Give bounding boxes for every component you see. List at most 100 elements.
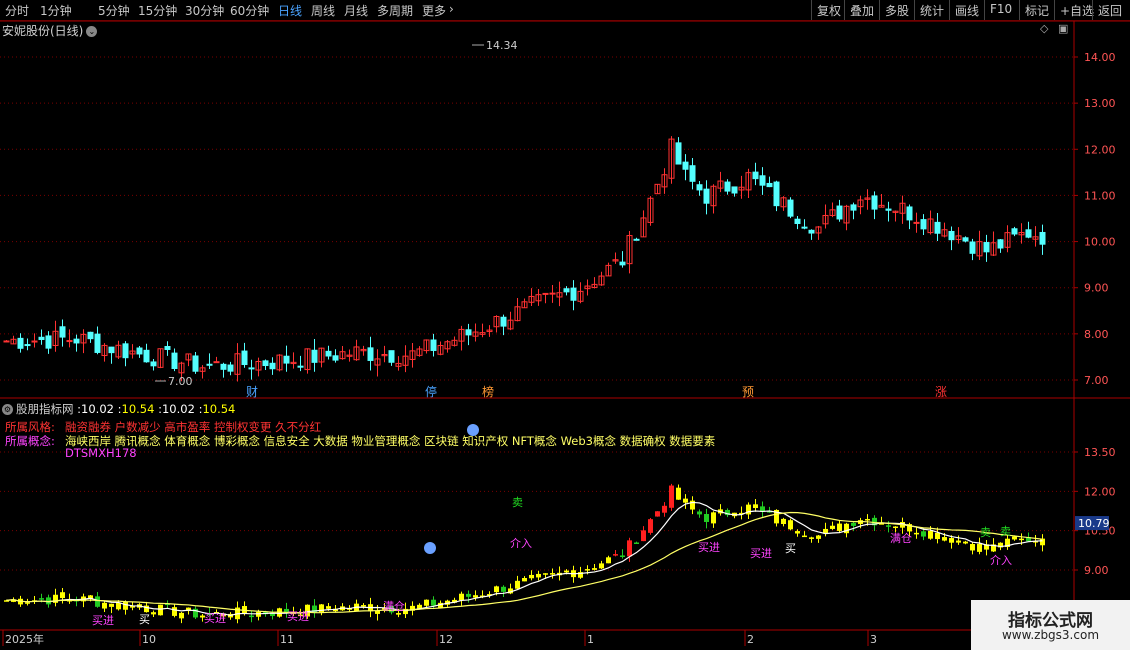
indicator-candle-body [102,602,107,609]
low-price-label: 7.00 [168,375,193,388]
event-marker-3[interactable]: 预 [742,385,754,399]
candle-body [283,355,290,364]
indicator-candle-body [249,615,254,618]
indicator-candle-body [851,522,856,526]
price-tick-label: 13.00 [1084,97,1116,110]
indicator-candle-body [431,599,436,606]
signal-label: 卖 [512,496,523,509]
indicator-code: DTSMXH178 [65,446,137,460]
indicator-candle-body [1019,538,1024,541]
indicator-candle-body [1012,536,1017,540]
candle-body [388,350,395,363]
indicator-candle-body [809,537,814,539]
signal-label: 买 [785,542,796,555]
indicator-candle-body [669,485,674,508]
current-price-label: 10.79 [1078,517,1110,530]
candle-body [297,365,304,368]
candle-body [1025,229,1032,238]
candle-body [570,287,577,301]
candle-body [73,338,80,344]
signal-label: 买进 [287,610,309,623]
candle-body [563,288,570,293]
event-marker-1[interactable]: 停 [425,384,437,399]
candle-body [969,241,976,254]
candle-body [752,171,759,180]
indicator-candle-body [326,606,331,609]
indicator-candle-body [424,599,429,606]
indicator-candle-body [662,505,667,513]
concept-value: 海峡西岸 腾讯概念 体育概念 博彩概念 信息安全 大数据 物业管理概念 区块链 … [65,434,716,448]
kline-chart[interactable]: 14.00 13.00 12.00 11.00 10.00 9.00 8.00 7.00 13.… [0,0,1130,650]
signal-label: 满仓 [890,531,912,545]
candle-body [24,344,31,347]
indicator-candle-body [921,531,926,537]
gear-icon[interactable]: ⚙ [2,404,13,415]
ma-long-line [6,511,1043,614]
indicator-candle-body [25,602,30,604]
indicator-candle-body [977,543,982,552]
indicator-candle-body [844,523,849,534]
candle-body [794,218,801,224]
high-price-label: 14.34 [486,39,518,52]
time-axis-label: 11 [280,633,294,646]
indicator-candle-body [634,542,639,544]
candle-body [1011,228,1018,235]
indicator-candle-body [116,602,121,610]
candle-body [248,367,255,370]
candle-body [220,363,227,370]
indicator-candle-body [613,554,618,556]
indicator-candle-body [543,573,548,575]
concept-label: 所属概念: [5,434,55,448]
indicator-candle-body [473,595,478,598]
candle-body [171,352,178,369]
event-marker-4[interactable]: 涨 [935,384,947,399]
indicator-value: 10.02 [81,402,114,416]
candle-body [500,316,507,327]
indicator-name: 股朋指标网 [16,402,74,416]
watermark-url: www.zbgs3.com [1001,628,1100,642]
candle-body [164,346,171,350]
indicator-candle-body [466,593,471,597]
signal-label: 卖 [1000,525,1011,538]
candle-body [948,230,955,241]
indicator-candle-body [641,530,646,542]
candle-body [808,229,815,234]
indicator-value: 10.02 [161,402,195,416]
candle-body [430,339,437,351]
candle-body [731,186,738,194]
candle-body [885,208,892,211]
indicator-value: 10.54 [121,402,155,416]
indicator-candle-body [536,573,541,578]
candle-body [213,361,220,364]
price-tick-label: 11.00 [1084,189,1116,202]
indicator-candle-body [179,612,184,619]
candle-body [983,242,990,253]
candle-body [542,292,549,295]
event-marker-0[interactable]: 财 [246,385,258,399]
indicator-candle-body [676,487,681,500]
candle-body [675,142,682,165]
indicator-candle-body [592,568,597,570]
candle-body [465,329,472,336]
candle-body [241,350,248,366]
candle-body [920,219,927,230]
candle-body [108,346,115,354]
time-axis-label: 12 [439,633,453,646]
indicator-candle-body [711,512,716,524]
candle-body [850,204,857,211]
indicator-candle-body [459,593,464,601]
signal-label: 买进 [204,612,226,625]
indicator-candle-body [151,612,156,615]
candle-body [136,347,143,355]
indicator-tick-label: 13.50 [1084,446,1116,459]
candle-body [38,336,45,340]
indicator-candle-body [620,555,625,558]
candle-body [332,355,339,361]
candle-body [17,337,24,349]
indicator-candle-body [893,526,898,529]
candle-body [633,238,640,241]
indicator-candle-body [529,574,534,579]
event-marker-2[interactable]: 榜 [482,384,494,399]
indicator-candle-body [865,519,870,521]
candle-body [1039,231,1046,245]
